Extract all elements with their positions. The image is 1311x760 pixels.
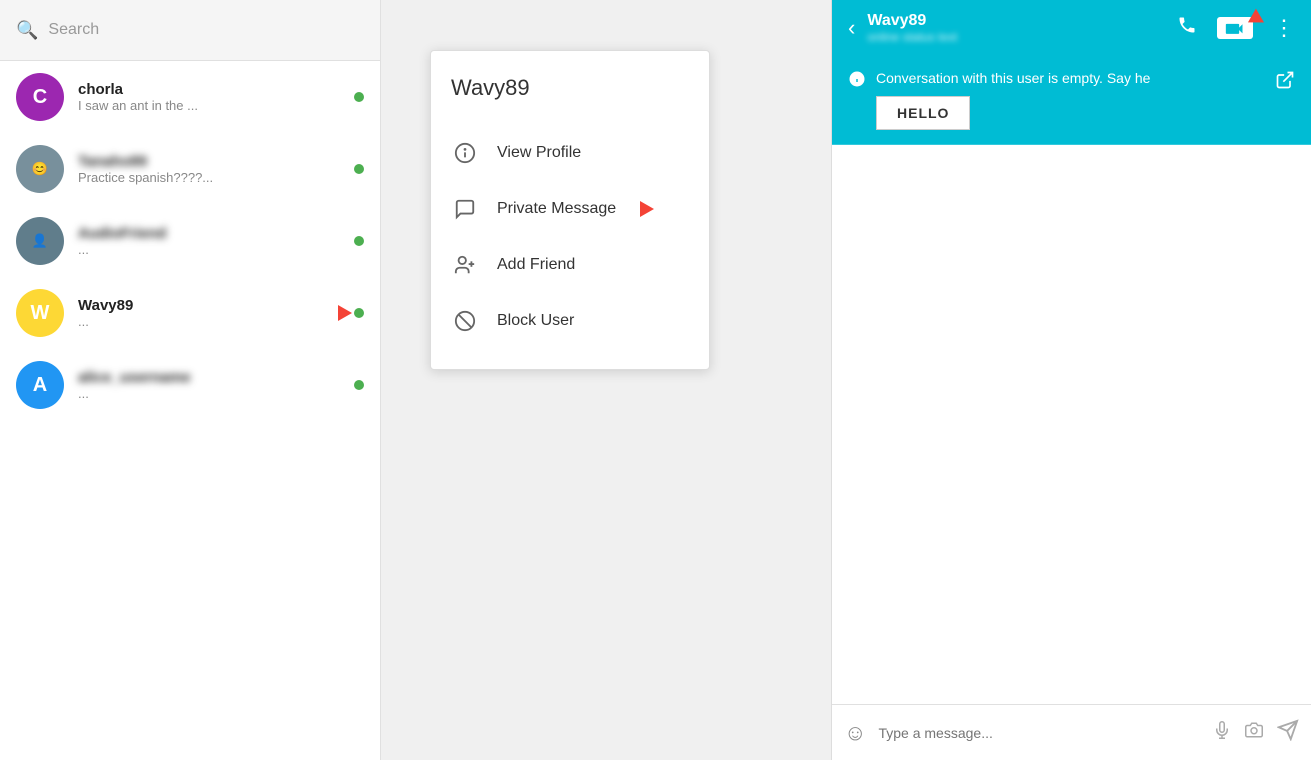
online-indicator [354, 380, 364, 390]
cursor-arrow [338, 305, 352, 321]
context-menu-title: Wavy89 [451, 75, 689, 101]
chat-notification-banner: Conversation with this user is empty. Sa… [832, 56, 1311, 145]
contact-name: AudioFriend [78, 225, 364, 242]
chat-contact-name: Wavy89 [867, 12, 1165, 30]
cursor-video-arrow [1248, 9, 1268, 30]
video-call-icon[interactable] [1217, 17, 1253, 39]
message-input[interactable] [878, 725, 1201, 741]
online-indicator [354, 236, 364, 246]
message-icon [451, 195, 479, 223]
list-item[interactable]: W Wavy89 ... [0, 277, 380, 349]
chat-header: ‹ Wavy89 online status text ⋮ [832, 0, 1311, 56]
info-icon [848, 70, 866, 93]
notification-content: Conversation with this user is empty. Sa… [876, 70, 1265, 130]
add-friend-icon [451, 251, 479, 279]
contact-preview: I saw an ant in the ... [78, 98, 364, 113]
back-button[interactable]: ‹ [848, 15, 855, 41]
search-bar[interactable]: 🔍 Search [0, 0, 380, 61]
camera-icon[interactable] [1243, 721, 1265, 745]
view-profile-item[interactable]: View Profile [451, 125, 689, 181]
contact-name: alice_username [78, 369, 364, 386]
view-profile-label: View Profile [497, 144, 581, 162]
send-icon[interactable] [1277, 719, 1299, 747]
hello-button[interactable]: HELLO [876, 96, 970, 130]
emoji-icon[interactable]: ☺ [844, 720, 866, 746]
add-friend-label: Add Friend [497, 256, 575, 274]
contact-name: Wavy89 [78, 297, 364, 314]
contact-info: alice_username ... [78, 369, 364, 401]
info-icon [451, 139, 479, 167]
contact-preview: ... [78, 242, 364, 257]
contact-name: Tanaho89 [78, 153, 364, 170]
microphone-icon[interactable] [1213, 719, 1231, 747]
avatar: 😊 [16, 145, 64, 193]
context-menu: Wavy89 View Profile Private Message [430, 50, 710, 370]
phone-icon[interactable] [1177, 15, 1197, 41]
open-chat-icon[interactable] [1275, 70, 1295, 96]
contact-info: Wavy89 ... [78, 297, 364, 329]
chat-header-info: Wavy89 online status text [867, 12, 1165, 44]
chat-input-bar: ☺ [832, 704, 1311, 760]
contact-preview: Practice spanish????... [78, 170, 364, 185]
list-item[interactable]: C chorla I saw an ant in the ... [0, 61, 380, 133]
block-icon [451, 307, 479, 335]
contact-list: C chorla I saw an ant in the ... 😊 Tanah… [0, 61, 380, 760]
avatar: C [16, 73, 64, 121]
online-indicator [354, 92, 364, 102]
online-indicator [354, 164, 364, 174]
private-message-label: Private Message [497, 200, 616, 218]
list-item[interactable]: 😊 Tanaho89 Practice spanish????... [0, 133, 380, 205]
chat-contact-status: online status text [867, 30, 1165, 44]
block-user-item[interactable]: Block User [451, 293, 689, 349]
avatar: A [16, 361, 64, 409]
contact-info: chorla I saw an ant in the ... [78, 81, 364, 113]
search-icon: 🔍 [16, 20, 38, 41]
contact-name: chorla [78, 81, 364, 98]
search-label: Search [48, 21, 99, 39]
add-friend-item[interactable]: Add Friend [451, 237, 689, 293]
block-user-label: Block User [497, 312, 574, 330]
chat-panel: ‹ Wavy89 online status text ⋮ [831, 0, 1311, 760]
notification-text: Conversation with this user is empty. Sa… [876, 70, 1265, 86]
chat-messages-area[interactable] [832, 145, 1311, 704]
contact-info: AudioFriend ... [78, 225, 364, 257]
contact-preview: ... [78, 314, 364, 329]
avatar: 👤 [16, 217, 64, 265]
online-indicator [354, 308, 364, 318]
list-item[interactable]: A alice_username ... [0, 349, 380, 421]
sidebar: 🔍 Search C chorla I saw an ant in the ..… [0, 0, 381, 760]
list-item[interactable]: 👤 AudioFriend ... [0, 205, 380, 277]
contact-info: Tanaho89 Practice spanish????... [78, 153, 364, 185]
chat-header-actions: ⋮ [1177, 15, 1295, 41]
private-message-item[interactable]: Private Message [451, 181, 689, 237]
contact-preview: ... [78, 386, 364, 401]
more-options-icon[interactable]: ⋮ [1273, 15, 1295, 41]
cursor-arrow-menu [640, 201, 654, 217]
avatar: W [16, 289, 64, 337]
